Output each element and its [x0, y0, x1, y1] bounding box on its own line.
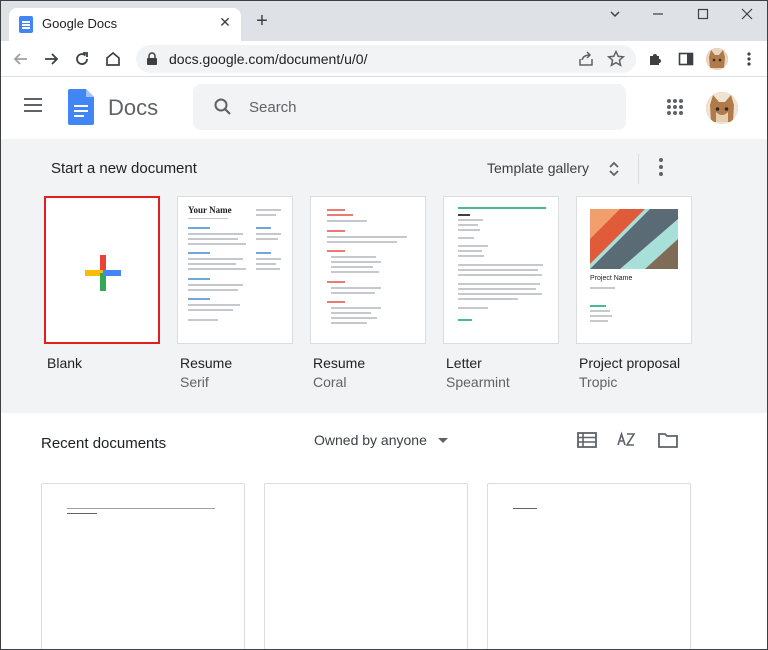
divider — [638, 154, 639, 184]
folder-icon[interactable] — [657, 430, 679, 450]
template-thumbnail[interactable] — [443, 196, 559, 344]
template-name: Project proposal — [579, 355, 681, 371]
template-subtitle: Spearmint — [446, 374, 510, 390]
recent-document-card[interactable] — [41, 483, 245, 649]
side-panel-icon[interactable] — [674, 47, 698, 71]
proposal-cover-graphic — [590, 209, 678, 269]
template-thumbnail[interactable] — [310, 196, 426, 344]
new-tab-button[interactable]: + — [251, 10, 273, 32]
tab-strip: Google Docs ✕ + — [1, 1, 767, 41]
template-name: Resume — [180, 355, 233, 371]
profile-avatar-small[interactable] — [706, 48, 728, 70]
template-resume-serif[interactable]: Your Name Resume Serif — [177, 196, 293, 390]
template-resume-coral[interactable]: Resume Coral — [310, 196, 426, 390]
main-menu-icon[interactable] — [24, 98, 44, 112]
docs-favicon-icon — [19, 16, 33, 33]
template-name: Blank — [47, 355, 83, 371]
extensions-icon[interactable] — [643, 47, 667, 71]
home-icon[interactable] — [101, 47, 125, 71]
expand-collapse-icon[interactable] — [607, 159, 621, 179]
tab-title: Google Docs — [42, 16, 118, 31]
template-thumbnail[interactable]: Project Name — [576, 196, 692, 344]
proposal-heading: Project Name — [590, 275, 633, 282]
template-subtitle: Serif — [180, 374, 209, 390]
template-section: Start a new document Template gallery Bl… — [1, 139, 767, 413]
template-subtitle: Coral — [313, 374, 347, 390]
app-name[interactable]: Docs — [108, 95, 158, 121]
owner-filter-dropdown[interactable]: Owned by anyone — [314, 432, 427, 448]
address-bar[interactable]: docs.google.com/document/u/0/ — [136, 45, 636, 73]
template-gallery-button[interactable]: Template gallery — [487, 160, 589, 176]
sort-az-icon[interactable] — [616, 430, 638, 450]
browser-toolbar: docs.google.com/document/u/0/ — [1, 41, 767, 77]
browser-menu-icon[interactable] — [737, 47, 761, 71]
recent-document-card[interactable] — [487, 483, 691, 649]
lock-icon[interactable] — [146, 52, 158, 66]
more-options-icon[interactable] — [657, 158, 665, 178]
account-avatar[interactable] — [706, 92, 738, 124]
template-thumbnail[interactable] — [44, 196, 160, 344]
dropdown-caret-icon[interactable] — [438, 438, 448, 443]
close-tab-icon[interactable]: ✕ — [215, 12, 235, 32]
template-blank[interactable]: Blank — [44, 196, 160, 371]
recent-document-card[interactable] — [264, 483, 468, 649]
search-icon[interactable] — [213, 97, 233, 117]
browser-window: Google Docs ✕ + docs.google.com/document… — [0, 0, 768, 650]
template-name: Resume — [313, 355, 366, 371]
minimize-button[interactable] — [646, 4, 670, 24]
recent-documents-title: Recent documents — [41, 435, 167, 452]
tab-search-icon[interactable] — [603, 4, 627, 24]
forward-icon[interactable] — [39, 47, 63, 71]
template-thumbnail[interactable]: Your Name — [177, 196, 293, 344]
bookmark-star-icon[interactable] — [606, 49, 626, 69]
back-icon[interactable] — [9, 47, 33, 71]
template-subtitle: Tropic — [579, 374, 618, 390]
template-letter-spearmint[interactable]: Letter Spearmint — [443, 196, 559, 390]
search-bar[interactable] — [193, 84, 626, 130]
google-apps-icon[interactable] — [666, 98, 684, 116]
maximize-button[interactable] — [691, 4, 715, 24]
share-icon[interactable] — [576, 49, 596, 69]
docs-logo-icon[interactable] — [68, 89, 94, 125]
list-view-icon[interactable] — [576, 430, 598, 450]
docs-header: Docs — [1, 77, 767, 139]
plus-icon — [85, 255, 121, 291]
browser-tab[interactable]: Google Docs ✕ — [9, 8, 241, 41]
search-input[interactable] — [249, 96, 609, 118]
template-name: Letter — [446, 355, 482, 371]
section-title: Start a new document — [51, 160, 197, 177]
reload-icon[interactable] — [70, 47, 94, 71]
resume-heading: Your Name — [188, 205, 232, 215]
template-project-proposal-tropic[interactable]: Project Name Project proposal Tropic — [576, 196, 692, 390]
close-window-button[interactable] — [735, 4, 759, 24]
url-text[interactable]: docs.google.com/document/u/0/ — [169, 51, 367, 67]
